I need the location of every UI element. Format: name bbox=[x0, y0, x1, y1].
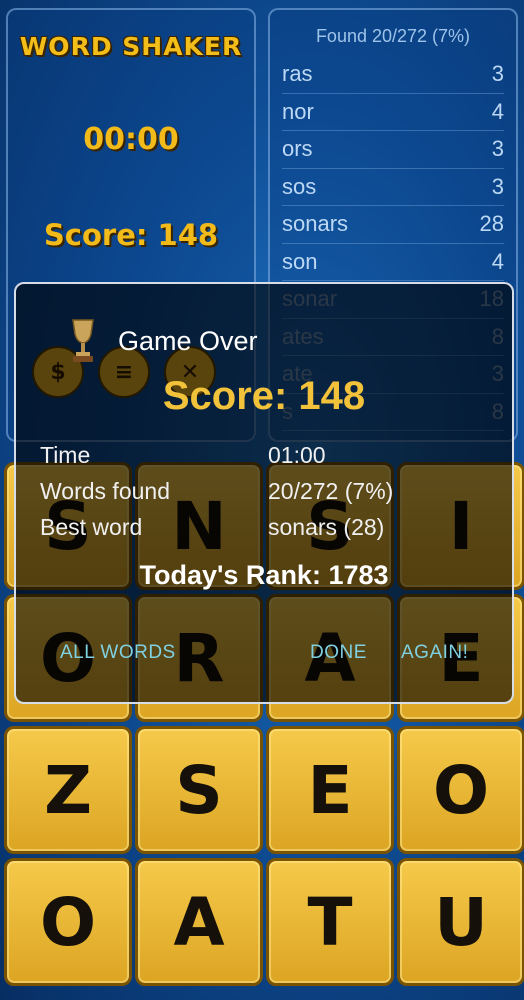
list-item: ors 3 bbox=[282, 131, 504, 169]
list-item: son 4 bbox=[282, 244, 504, 281]
letter-tile[interactable]: O bbox=[4, 858, 132, 986]
found-count-header: Found 20/272 (7%) bbox=[315, 26, 471, 46]
word-text: sos bbox=[282, 173, 317, 199]
score-display: Score: 148 bbox=[43, 218, 219, 252]
word-text: sonars bbox=[282, 211, 349, 236]
letter-tile[interactable]: U bbox=[397, 858, 524, 986]
stat-label-words-found: Words found bbox=[40, 478, 170, 504]
game-logo: WORD SHAKER bbox=[19, 32, 243, 61]
letter-tile[interactable]: O bbox=[397, 726, 524, 854]
word-text: nor bbox=[282, 98, 314, 124]
list-item: sonars 28 bbox=[282, 206, 504, 244]
dialog-title: Game Over bbox=[118, 326, 258, 356]
done-button[interactable]: DONE bbox=[310, 642, 367, 664]
word-points: 3 bbox=[491, 61, 504, 86]
letter-tile[interactable]: E bbox=[266, 726, 394, 854]
stat-value-best-word: sonars (28) bbox=[268, 514, 385, 540]
letter-tile[interactable]: T bbox=[266, 858, 394, 986]
list-item: sos 3 bbox=[282, 169, 504, 206]
todays-rank: Today's Rank: 1783 bbox=[139, 560, 389, 590]
all-words-button[interactable]: ALL WORDS bbox=[60, 642, 176, 664]
stat-value-words-found: 20/272 (7%) bbox=[268, 478, 394, 504]
final-score: Score: 148 bbox=[162, 374, 366, 418]
list-item: ras 3 bbox=[282, 56, 504, 94]
game-timer: 00:00 bbox=[83, 122, 179, 157]
stat-value-time: 01:00 bbox=[268, 442, 326, 468]
list-item: nor 4 bbox=[282, 94, 504, 131]
letter-tile[interactable]: S bbox=[135, 726, 263, 854]
word-text: ras bbox=[282, 61, 313, 86]
word-text: ors bbox=[282, 136, 313, 161]
word-points: 4 bbox=[491, 248, 504, 274]
word-points: 28 bbox=[479, 211, 504, 236]
trophy-icon bbox=[72, 319, 94, 362]
stat-label-best-word: Best word bbox=[40, 514, 143, 540]
word-points: 3 bbox=[491, 173, 504, 199]
word-text: son bbox=[282, 248, 318, 274]
game-over-dialog: Game Over Score: 148 Time 01:00 Words fo… bbox=[14, 282, 514, 704]
word-points: 3 bbox=[491, 136, 504, 161]
word-points: 4 bbox=[491, 98, 504, 124]
letter-tile[interactable]: Z bbox=[4, 726, 132, 854]
stat-label-time: Time bbox=[40, 442, 91, 468]
again-button[interactable]: AGAIN! bbox=[401, 642, 468, 664]
letter-tile[interactable]: A bbox=[135, 858, 263, 986]
